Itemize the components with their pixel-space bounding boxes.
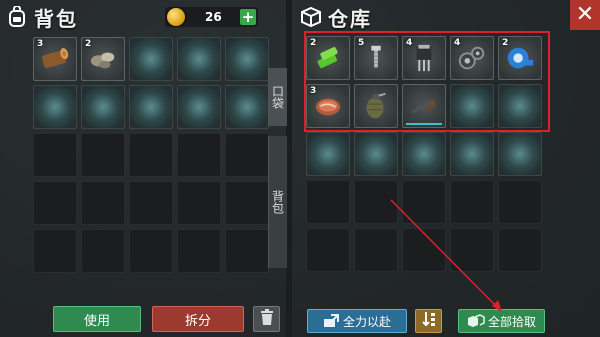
close-button[interactable]: ✕ xyxy=(570,0,600,30)
coin-count: 26 xyxy=(205,10,222,24)
storage-slot[interactable] xyxy=(306,228,350,272)
storage-slot[interactable] xyxy=(354,132,398,176)
backpack-slot[interactable] xyxy=(81,133,125,177)
transfer-icon xyxy=(323,314,339,328)
tab-pocket[interactable]: 口袋 xyxy=(268,68,287,126)
backpack-slot[interactable] xyxy=(177,133,221,177)
coin-icon xyxy=(167,8,185,26)
backpack-slot[interactable] xyxy=(129,229,173,273)
storage-slot[interactable] xyxy=(306,180,350,224)
backpack-slot[interactable] xyxy=(225,133,269,177)
item-count: 3 xyxy=(37,39,44,49)
add-coins-button[interactable]: + xyxy=(240,9,256,25)
pick-all-label: 全部拾取 xyxy=(487,314,536,329)
backpack-slot[interactable] xyxy=(225,181,269,225)
sort-button[interactable] xyxy=(415,309,442,333)
backpack-slot[interactable] xyxy=(177,181,221,225)
boxes-icon xyxy=(467,314,485,328)
storage-slot[interactable] xyxy=(306,132,350,176)
backpack-slot[interactable] xyxy=(177,85,221,129)
storage-slot[interactable] xyxy=(498,132,542,176)
all-out-label: 全力以赴 xyxy=(342,314,391,329)
coin-counter: 26 + xyxy=(165,7,258,27)
use-button[interactable]: 使用 xyxy=(53,306,141,332)
storage-slot[interactable] xyxy=(402,180,446,224)
all-out-button[interactable]: 全力以赴 xyxy=(307,309,407,333)
backpack-slot[interactable] xyxy=(129,181,173,225)
log-icon xyxy=(40,44,70,74)
backpack-slot[interactable] xyxy=(225,85,269,129)
storage-slot[interactable] xyxy=(450,228,494,272)
storage-slot[interactable] xyxy=(450,180,494,224)
storage-slot[interactable] xyxy=(354,180,398,224)
backpack-slot[interactable] xyxy=(33,133,77,177)
backpack-slot[interactable] xyxy=(129,133,173,177)
stones-icon xyxy=(88,44,118,74)
backpack-slot[interactable] xyxy=(81,181,125,225)
backpack-slot[interactable] xyxy=(177,37,221,81)
trash-icon xyxy=(260,309,274,329)
storage-slot[interactable] xyxy=(498,180,542,224)
storage-slot[interactable] xyxy=(354,228,398,272)
backpack-slot[interactable] xyxy=(81,229,125,273)
backpack-grid: 32 xyxy=(33,37,269,273)
backpack-slot[interactable] xyxy=(177,229,221,273)
backpack-slot[interactable] xyxy=(129,37,173,81)
storage-slot[interactable] xyxy=(450,132,494,176)
backpack-slot[interactable] xyxy=(33,181,77,225)
backpack-slot[interactable] xyxy=(225,229,269,273)
backpack-icon xyxy=(6,6,28,28)
trash-button[interactable] xyxy=(253,306,280,332)
storage-header: 仓库 xyxy=(300,0,372,34)
backpack-slot[interactable]: 3 xyxy=(33,37,77,81)
pick-all-button[interactable]: 全部拾取 xyxy=(458,309,545,333)
backpack-header: 背包 xyxy=(6,0,78,34)
backpack-slot[interactable] xyxy=(81,85,125,129)
backpack-slot[interactable] xyxy=(33,229,77,273)
backpack-slot[interactable]: 2 xyxy=(81,37,125,81)
item-count: 2 xyxy=(85,39,92,49)
box-icon xyxy=(300,6,322,28)
highlight-box xyxy=(304,31,550,132)
split-button[interactable]: 拆分 xyxy=(152,306,244,332)
backpack-slot[interactable] xyxy=(225,37,269,81)
backpack-title: 背包 xyxy=(34,6,78,31)
tab-backpack[interactable]: 背包 xyxy=(268,136,287,268)
storage-title: 仓库 xyxy=(328,6,372,31)
storage-slot[interactable] xyxy=(402,228,446,272)
backpack-slot[interactable] xyxy=(33,85,77,129)
storage-slot[interactable] xyxy=(402,132,446,176)
storage-slot[interactable] xyxy=(498,228,542,272)
backpack-slot[interactable] xyxy=(129,85,173,129)
sort-icon xyxy=(421,311,436,331)
